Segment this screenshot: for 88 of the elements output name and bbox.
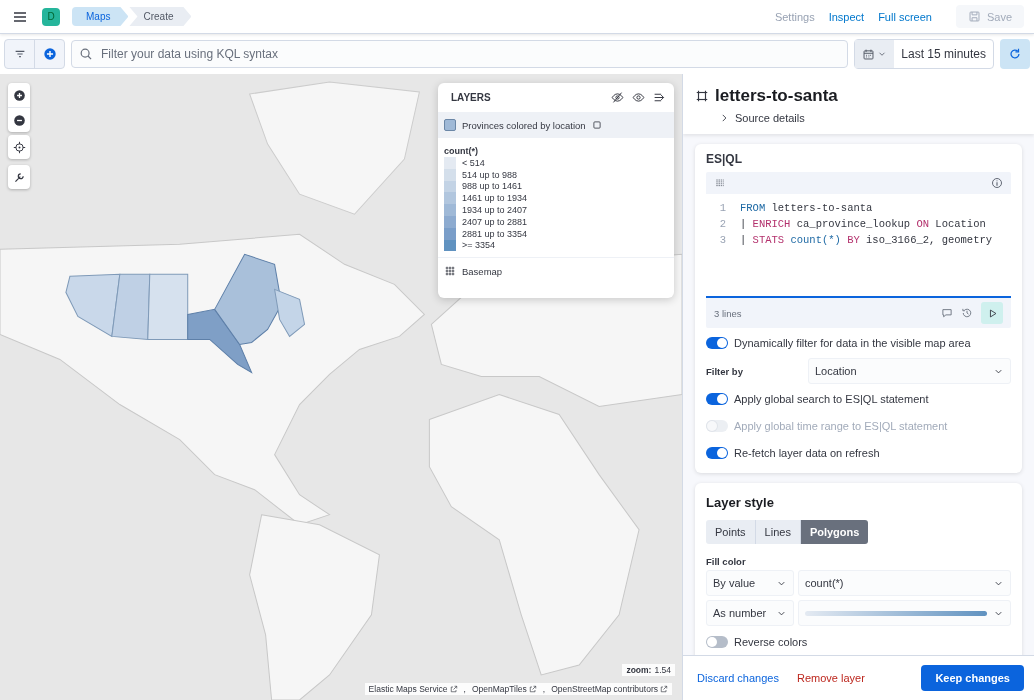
- option-label: Apply global time range to ES|QL statement: [734, 420, 948, 432]
- run-button[interactable]: [981, 302, 1003, 324]
- list-icon: [714, 177, 726, 189]
- select-field[interactable]: By value: [706, 570, 794, 596]
- breadcrumb[interactable]: Create: [129, 7, 192, 26]
- header-link[interactable]: Inspect: [828, 10, 865, 23]
- attribution-link[interactable]: OpenStreetMap contributors: [551, 684, 668, 694]
- keep-button[interactable]: Keep changes: [921, 665, 1024, 691]
- panel-title: LAYERS: [451, 92, 492, 103]
- legend-label: 1934 up to 2407: [462, 205, 528, 216]
- external-link-icon: [528, 685, 537, 693]
- option-label: Re-fetch layer data on refresh: [734, 447, 880, 459]
- crosshair-icon: [12, 140, 26, 154]
- layer-item[interactable]: Provinces colored by location: [438, 112, 674, 138]
- refresh-icon: [1008, 47, 1022, 61]
- add-icon: [42, 47, 57, 61]
- section-heading: Layer style: [706, 495, 775, 510]
- date-picker-button[interactable]: [855, 40, 895, 68]
- code-line: | ENRICH ca_province_lookup ON Location: [740, 218, 986, 230]
- color-ramp-select[interactable]: [798, 600, 1011, 626]
- legend-label: < 514: [462, 157, 485, 168]
- legend-label: >= 3354: [462, 240, 496, 251]
- zoom-in-icon: [12, 88, 26, 102]
- code-line: FROM letters-to-santa: [740, 202, 873, 214]
- eye-icon: [632, 91, 645, 104]
- line-number: 1: [718, 202, 726, 214]
- section-heading: ES|QL: [706, 152, 744, 166]
- line-number: 3: [718, 234, 726, 246]
- remove-button[interactable]: Remove layer: [796, 672, 865, 684]
- calendar-icon: [862, 47, 876, 61]
- collapse-button[interactable]: [653, 91, 666, 104]
- history-button[interactable]: [961, 307, 973, 319]
- toggle-switch[interactable]: [706, 636, 728, 648]
- legend-title: count(*): [444, 146, 479, 156]
- line-number: 2: [718, 218, 726, 230]
- toggle-switch[interactable]: [706, 393, 728, 405]
- legend-label: 2881 up to 3354: [462, 228, 528, 239]
- layer-item[interactable]: Basemap: [438, 258, 674, 285]
- line-count: 3 lines: [714, 307, 743, 319]
- code-line: | STATS count(*) BY iso_3166_2, geometry: [740, 234, 993, 246]
- external-link-icon: [660, 685, 668, 693]
- layer-title: letters-to-santa: [715, 86, 838, 106]
- attribution-link[interactable]: OpenMapTiles: [471, 684, 537, 694]
- select-field[interactable]: As number: [706, 600, 794, 626]
- select-field[interactable]: Location: [808, 358, 1011, 384]
- bounding-box-icon: [695, 89, 709, 103]
- comment-icon: [941, 307, 953, 319]
- legend-label: 514 up to 988: [462, 169, 518, 180]
- external-link-icon: [449, 685, 458, 693]
- history-icon: [961, 307, 973, 319]
- comment-button[interactable]: [941, 307, 953, 319]
- info-icon: [991, 177, 1003, 189]
- style-tab[interactable]: Polygons: [800, 520, 869, 544]
- refresh-button[interactable]: [1000, 39, 1030, 69]
- option-label: Dynamically filter for data in the visible map area: [734, 337, 971, 349]
- field-label: Fill color: [706, 556, 747, 567]
- save-icon: [967, 10, 981, 23]
- attribution-link[interactable]: Elastic Maps Service: [368, 684, 458, 694]
- search-field[interactable]: Filter your data using KQL syntax: [71, 40, 849, 68]
- style-tab[interactable]: Points: [706, 520, 756, 544]
- separator: ,: [463, 684, 466, 694]
- zoom-level: zoom: 1.54: [622, 664, 675, 676]
- hide-layers-button[interactable]: [611, 91, 624, 104]
- grid-icon: [444, 265, 456, 278]
- toggle-switch[interactable]: [706, 447, 728, 459]
- eye-slash-icon: [611, 91, 624, 104]
- style-tab[interactable]: Lines: [755, 520, 801, 544]
- legend-label: 2407 up to 2881: [462, 216, 528, 227]
- legend-label: 988 up to 1461: [462, 181, 523, 192]
- chevron-right-icon: [719, 113, 729, 123]
- show-layers-button[interactable]: [632, 91, 645, 104]
- toggle-switch[interactable]: [706, 337, 728, 349]
- source-details-toggle[interactable]: Source details: [719, 112, 1022, 124]
- zoom-out-icon: [12, 113, 26, 127]
- layer-swatch-icon: [444, 119, 456, 131]
- field-label: Filter by: [706, 365, 744, 377]
- wrench-icon: [12, 170, 26, 184]
- option-label: Reverse colors: [734, 636, 808, 648]
- breadcrumb[interactable]: Maps: [72, 7, 129, 26]
- option-label: Apply global search to ES|QL statement: [734, 393, 929, 405]
- search-icon: [79, 47, 93, 61]
- square-icon: [591, 120, 602, 130]
- header-link[interactable]: Full screen: [878, 10, 932, 23]
- collapse-icon: [653, 91, 666, 104]
- legend-label: 1461 up to 1934: [462, 193, 528, 204]
- discard-button[interactable]: Discard changes: [697, 672, 779, 684]
- separator: ,: [542, 684, 546, 694]
- select-field[interactable]: count(*): [798, 570, 1011, 596]
